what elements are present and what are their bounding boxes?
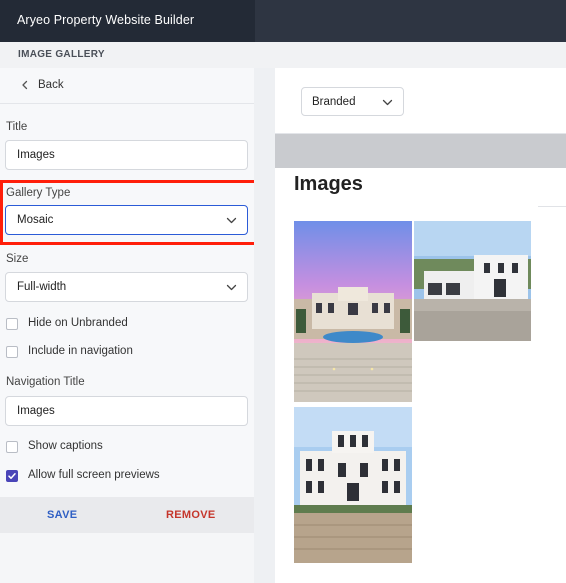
title-label: Title	[6, 121, 28, 133]
title-input[interactable]	[5, 140, 248, 170]
include-navigation-checkbox[interactable]	[6, 346, 18, 358]
navigation-title-input[interactable]	[5, 396, 248, 426]
chevron-left-icon[interactable]	[20, 80, 30, 90]
save-button[interactable]: SAVE	[47, 509, 77, 521]
hide-unbranded-label: Hide on Unbranded	[28, 317, 128, 329]
gallery-photo-mansion-sunset[interactable]	[294, 221, 412, 402]
divider	[538, 206, 566, 207]
back-button[interactable]: Back	[38, 79, 64, 91]
show-captions-checkbox[interactable]	[6, 441, 18, 453]
size-select[interactable]: Full-width	[5, 272, 248, 302]
app-header-right	[255, 0, 566, 42]
navigation-title-label: Navigation Title	[6, 376, 85, 388]
gallery-photo-mansion-facade[interactable]	[294, 407, 412, 563]
full-screen-checkbox[interactable]	[6, 470, 18, 482]
section-header: IMAGE GALLERY	[0, 42, 566, 68]
include-navigation-label: Include in navigation	[28, 345, 133, 357]
full-screen-label: Allow full screen previews	[28, 469, 160, 481]
gallery-title: Images	[294, 173, 363, 195]
section-label: IMAGE GALLERY	[18, 49, 105, 60]
preview-hero-band	[275, 134, 566, 168]
app-title: Aryeo Property Website Builder	[17, 13, 195, 27]
chevron-down-icon	[382, 99, 393, 106]
checkmark-icon	[8, 473, 16, 479]
highlight-annotation	[0, 180, 260, 245]
branding-mode-select[interactable]: Branded	[301, 87, 404, 116]
show-captions-label: Show captions	[28, 440, 103, 452]
hide-unbranded-checkbox[interactable]	[6, 318, 18, 330]
branding-mode-value: Branded	[312, 96, 356, 108]
remove-button[interactable]: REMOVE	[166, 509, 215, 521]
sidebar-footer	[0, 497, 254, 533]
gallery-photo-modern-house[interactable]	[414, 221, 531, 341]
chevron-down-icon	[226, 284, 237, 291]
size-label: Size	[6, 253, 29, 265]
app-header: Aryeo Property Website Builder	[0, 0, 255, 42]
size-value: Full-width	[17, 281, 67, 293]
